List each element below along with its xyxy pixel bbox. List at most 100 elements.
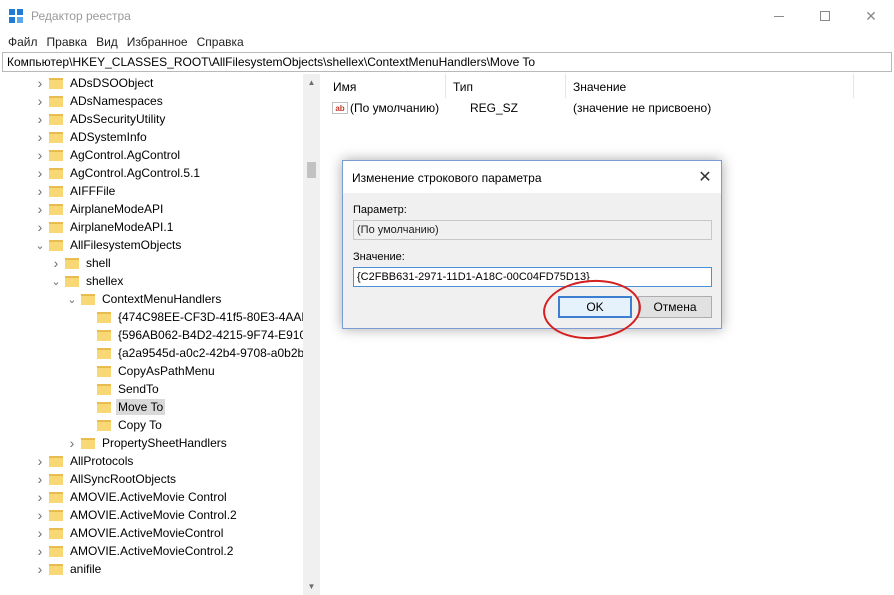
column-name[interactable]: Имя	[326, 74, 446, 98]
chevron-right-icon[interactable]: ›	[50, 254, 62, 272]
folder-icon	[97, 383, 111, 395]
chevron-right-icon[interactable]: ›	[34, 92, 46, 110]
value-data: (значение не присвоено)	[573, 101, 712, 115]
tree-item[interactable]: › AllProtocols	[34, 452, 135, 470]
tree-item-label: Move To	[116, 399, 166, 415]
folder-icon	[49, 473, 63, 485]
tree-item[interactable]: › ADsNamespaces	[34, 92, 165, 110]
value-data-input[interactable]: {C2FBB631-2971-11D1-A18C-00C04FD75D13}	[353, 267, 712, 287]
chevron-right-icon[interactable]: ›	[34, 524, 46, 542]
chevron-right-icon[interactable]: ›	[34, 560, 46, 578]
value-name: (По умолчанию)	[350, 101, 440, 115]
tree-item[interactable]: ⌄ AllFilesystemObjects	[34, 236, 183, 254]
tree-item[interactable]: › AirplaneModeAPI	[34, 200, 165, 218]
chevron-right-icon[interactable]: ›	[34, 506, 46, 524]
chevron-down-icon[interactable]: ⌄	[50, 272, 62, 290]
tree-item[interactable]: ⌄ ContextMenuHandlers	[66, 290, 223, 308]
chevron-right-icon[interactable]: ›	[34, 74, 46, 92]
tree-item[interactable]: › AgControl.AgControl	[34, 146, 182, 164]
menu-bar: Файл Правка Вид Избранное Справка	[0, 32, 894, 52]
tree-item-label: ADSystemInfo	[70, 130, 147, 144]
tree-item-label: CopyAsPathMenu	[118, 364, 215, 378]
tree-item[interactable]: SendTo	[82, 380, 161, 398]
chevron-right-icon[interactable]: ›	[34, 110, 46, 128]
menu-file[interactable]: Файл	[8, 35, 45, 49]
chevron-right-icon[interactable]: ›	[34, 182, 46, 200]
column-value[interactable]: Значение	[566, 74, 854, 98]
tree-item[interactable]: › AMOVIE.ActiveMovie Control	[34, 488, 229, 506]
dialog-close-button[interactable]: ✕	[689, 161, 721, 193]
close-button[interactable]: ✕	[848, 0, 894, 32]
tree-item-label: AllSyncRootObjects	[70, 472, 177, 486]
param-name-field: (По умолчанию)	[353, 220, 712, 240]
tree-item[interactable]: › ADSystemInfo	[34, 128, 149, 146]
maximize-button[interactable]	[802, 0, 848, 32]
chevron-down-icon[interactable]: ⌄	[34, 236, 46, 254]
tree-item[interactable]: › AllSyncRootObjects	[34, 470, 178, 488]
tree-item[interactable]: › ADsDSOObject	[34, 74, 155, 92]
chevron-right-icon[interactable]: ›	[34, 542, 46, 560]
tree-item[interactable]: {a2a9545d-a0c2-42b4-9708-a0b2ba	[82, 344, 313, 362]
chevron-down-icon[interactable]: ⌄	[66, 290, 78, 308]
scroll-up-icon[interactable]: ▲	[303, 74, 320, 91]
folder-icon	[49, 563, 63, 575]
tree-item[interactable]: › AIFFFile	[34, 182, 117, 200]
tree-item[interactable]: Copy To	[82, 416, 164, 434]
tree-item[interactable]: ⌄ shellex	[50, 272, 125, 290]
menu-favorites[interactable]: Избранное	[127, 35, 195, 49]
tree-item[interactable]: › AirplaneModeAPI.1	[34, 218, 175, 236]
chevron-right-icon[interactable]: ›	[34, 200, 46, 218]
chevron-right-icon[interactable]: ›	[34, 218, 46, 236]
scroll-down-icon[interactable]: ▼	[303, 578, 320, 595]
folder-icon	[49, 149, 63, 161]
scroll-thumb[interactable]	[307, 162, 316, 178]
tree-item[interactable]: Move To	[82, 398, 166, 416]
tree-item-label: AllProtocols	[70, 454, 134, 468]
chevron-right-icon[interactable]: ›	[34, 488, 46, 506]
folder-icon	[81, 293, 95, 305]
folder-icon	[65, 275, 79, 287]
tree-item[interactable]: › AMOVIE.ActiveMovie Control.2	[34, 506, 239, 524]
tree-item[interactable]: › anifile	[34, 560, 103, 578]
tree-item[interactable]: › AgControl.AgControl.5.1	[34, 164, 202, 182]
tree-item[interactable]: › AMOVIE.ActiveMovieControl.2	[34, 542, 235, 560]
minimize-button[interactable]	[756, 0, 802, 32]
chevron-right-icon[interactable]: ›	[66, 434, 78, 452]
title-bar: Редактор реестра ✕	[0, 0, 894, 32]
value-row[interactable]: ab (По умолчанию) REG_SZ (значение не пр…	[326, 99, 894, 117]
tree-item-label: {a2a9545d-a0c2-42b4-9708-a0b2ba	[118, 346, 311, 360]
ok-button[interactable]: OK	[558, 296, 632, 318]
chevron-right-icon[interactable]: ›	[34, 452, 46, 470]
tree-item[interactable]: CopyAsPathMenu	[82, 362, 217, 380]
cancel-button[interactable]: Отмена	[638, 296, 712, 318]
folder-icon	[49, 203, 63, 215]
maximize-icon	[820, 11, 830, 21]
chevron-right-icon[interactable]: ›	[34, 128, 46, 146]
tree-item[interactable]: {596AB062-B4D2-4215-9F74-E9109E	[82, 326, 319, 344]
tree-item[interactable]: › AMOVIE.ActiveMovieControl	[34, 524, 225, 542]
address-bar[interactable]: Компьютер\HKEY_CLASSES_ROOT\AllFilesyste…	[2, 52, 892, 72]
folder-icon	[49, 455, 63, 467]
tree-item[interactable]: › ADsSecurityUtility	[34, 110, 167, 128]
tree-item[interactable]: › shell	[50, 254, 113, 272]
close-icon: ✕	[698, 169, 712, 186]
folder-icon	[97, 347, 111, 359]
menu-view[interactable]: Вид	[96, 35, 125, 49]
regedit-icon	[9, 9, 23, 23]
column-type[interactable]: Тип	[446, 74, 566, 98]
chevron-right-icon[interactable]: ›	[34, 146, 46, 164]
tree-item[interactable]: › PropertySheetHandlers	[66, 434, 229, 452]
chevron-right-icon[interactable]: ›	[34, 470, 46, 488]
tree-item[interactable]: {474C98EE-CF3D-41f5-80E3-4AAB0	[82, 308, 318, 326]
chevron-right-icon[interactable]: ›	[34, 164, 46, 182]
tree-item-label: AgControl.AgControl.5.1	[70, 166, 201, 180]
menu-edit[interactable]: Правка	[47, 35, 95, 49]
folder-icon	[49, 185, 63, 197]
menu-help[interactable]: Справка	[197, 35, 251, 49]
folder-icon	[49, 545, 63, 557]
tree-scrollbar[interactable]: ▲ ▼	[303, 74, 320, 595]
folder-icon	[49, 95, 63, 107]
